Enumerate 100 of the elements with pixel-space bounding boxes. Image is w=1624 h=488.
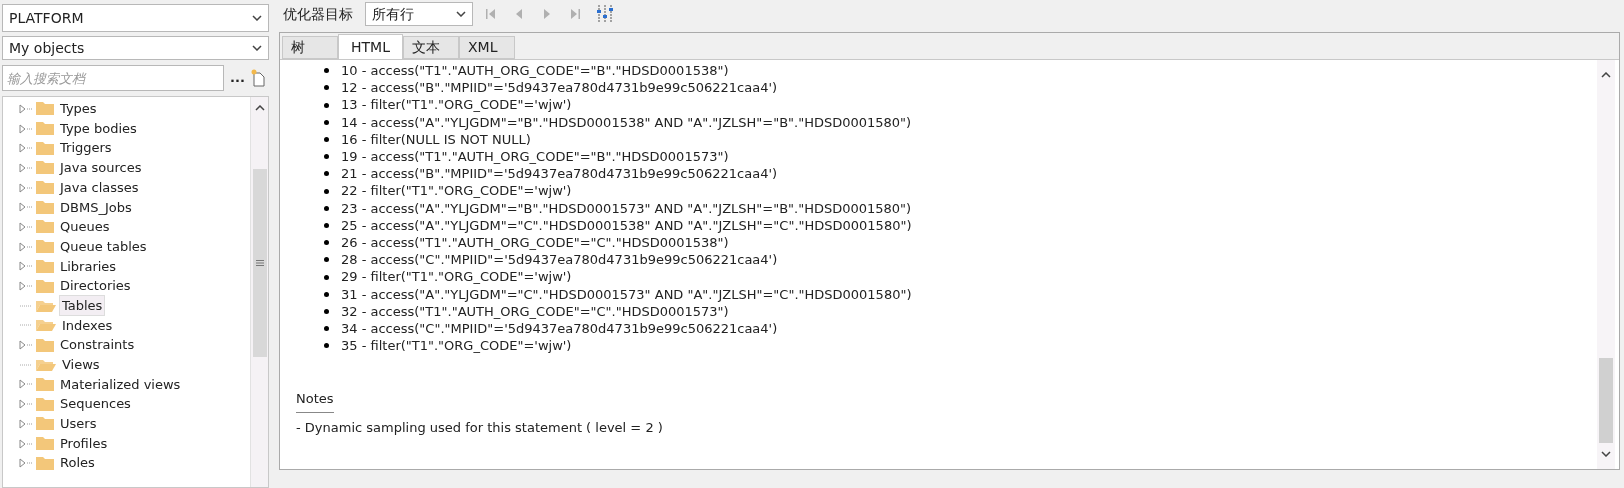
- expand-icon[interactable]: [19, 162, 33, 173]
- new-document-icon[interactable]: [250, 69, 265, 87]
- bullet-icon: [324, 308, 329, 314]
- open-folder-icon: [35, 318, 57, 333]
- expand-icon[interactable]: [19, 418, 33, 429]
- expand-icon[interactable]: [19, 399, 33, 410]
- tree-item[interactable]: Queues: [57, 216, 113, 238]
- folder-icon: [35, 376, 55, 392]
- folder-icon: [35, 337, 55, 353]
- predicate-text: 23 - access("A"."YLJGDM"="B"."HDSD0001573" AND "A"."JZLSH"="B"."HDSD0001580"): [341, 199, 912, 217]
- tree-item[interactable]: Types: [57, 98, 100, 120]
- bullet-icon: [324, 171, 329, 177]
- chevron-down-icon: [252, 15, 262, 21]
- tree-item[interactable]: Users: [57, 413, 100, 435]
- folder-icon: [35, 396, 55, 412]
- chevron-down-icon: [456, 11, 466, 17]
- folder-icon: [35, 436, 55, 452]
- predicate-text: 25 - access("A"."YLJGDM"="C"."HDSD0001538" AND "A"."JZLSH"="C"."HDSD0001580"): [341, 216, 912, 235]
- expand-icon[interactable]: [19, 143, 33, 154]
- toolbar-label: 优化器目标: [283, 4, 353, 24]
- expand-icon[interactable]: [19, 281, 33, 292]
- tree-item[interactable]: Directories: [57, 275, 134, 297]
- tree-item[interactable]: Constraints: [57, 334, 138, 356]
- search-field[interactable]: 输入搜索文档: [2, 65, 224, 91]
- scroll-up-icon: [1601, 72, 1611, 78]
- bullet-icon: [324, 240, 329, 246]
- tree-item[interactable]: Java classes: [57, 176, 142, 199]
- predicate-text: 35 - filter("T1"."ORG_CODE"='wjw'): [341, 337, 572, 355]
- expand-icon[interactable]: [19, 379, 33, 390]
- expand-icon[interactable]: [19, 438, 33, 449]
- predicate-text: 22 - filter("T1"."ORG_CODE"='wjw'): [341, 182, 572, 200]
- predicate-text: 21 - access("B"."MPIID"='5d9437ea780d4731b9e99c506221caa4'): [341, 165, 778, 183]
- bullet-icon: [324, 326, 329, 332]
- predicate-text: 10 - access("T1"."AUTH_ORG_CODE"="B"."HDSD0001538"): [341, 62, 729, 80]
- first-icon[interactable]: [485, 7, 497, 21]
- expand-icon[interactable]: [19, 123, 33, 134]
- chevron-down-icon: [252, 45, 262, 51]
- scroll-up-icon: [254, 105, 265, 111]
- folder-icon: [35, 121, 55, 137]
- tree-item[interactable]: Triggers: [57, 137, 115, 159]
- goal-select[interactable]: 所有行: [365, 2, 473, 26]
- folder-icon: [35, 239, 55, 255]
- folder-icon: [35, 258, 55, 274]
- scrollbar-thumb[interactable]: [1599, 358, 1613, 443]
- tree-item[interactable]: Materialized views: [57, 373, 184, 396]
- tree-item[interactable]: Type bodies: [57, 117, 140, 140]
- tab[interactable]: XML: [458, 36, 515, 59]
- tree-item[interactable]: DBMS_Jobs: [57, 196, 135, 219]
- tree-item[interactable]: Views: [59, 354, 103, 376]
- bullet-icon: [324, 274, 329, 280]
- tree-item[interactable]: Queue tables: [57, 235, 150, 258]
- scroll-down-icon: [1601, 451, 1611, 457]
- expand-icon[interactable]: [19, 103, 33, 114]
- bullet-icon: [324, 154, 329, 160]
- folder-icon: [35, 278, 55, 294]
- tree-item[interactable]: Roles: [57, 452, 98, 474]
- tree-item[interactable]: Java sources: [57, 157, 145, 179]
- folder-icon: [35, 199, 55, 215]
- sliders-icon[interactable]: [597, 4, 613, 24]
- tab[interactable]: 树: [282, 36, 338, 59]
- folder-icon: [35, 180, 55, 196]
- predicate-text: 32 - access("T1"."AUTH_ORG_CODE"="C"."HDSD0001573"): [341, 302, 729, 321]
- predicate-text: 19 - access("T1"."AUTH_ORG_CODE"="B"."HDSD0001573"): [341, 148, 729, 166]
- notes-heading: Notes: [296, 390, 334, 413]
- expand-icon[interactable]: [19, 221, 33, 232]
- schema-select[interactable]: PLATFORM: [2, 4, 269, 32]
- folder-icon: [35, 219, 55, 235]
- tab[interactable]: HTML: [338, 34, 403, 60]
- tree-item[interactable]: Libraries: [57, 255, 120, 278]
- scrollbar[interactable]: [250, 97, 268, 487]
- expand-icon[interactable]: [19, 202, 33, 213]
- predicate-text: 12 - access("B"."MPIID"='5d9437ea780d4731b9e99c506221caa4'): [341, 79, 778, 97]
- tree-item[interactable]: Profiles: [57, 432, 111, 455]
- predicate-text: 16 - filter(NULL IS NOT NULL): [341, 130, 531, 148]
- predicate-text: 13 - filter("T1"."ORG_CODE"='wjw'): [341, 96, 572, 114]
- scrollbar[interactable]: [1597, 60, 1615, 469]
- folder-icon: [35, 101, 55, 117]
- folder-icon: [35, 416, 55, 432]
- tree-item[interactable]: Indexes: [59, 314, 116, 337]
- open-folder-icon: [35, 357, 57, 372]
- expand-icon[interactable]: [19, 458, 33, 469]
- folder-icon: [35, 140, 55, 156]
- bullet-icon: [324, 291, 329, 297]
- predicate-text: 29 - filter("T1"."ORG_CODE"='wjw'): [341, 268, 572, 286]
- expand-icon[interactable]: [19, 261, 33, 272]
- tab[interactable]: 文本: [402, 36, 459, 59]
- expand-icon[interactable]: [19, 182, 33, 193]
- expand-icon[interactable]: [19, 340, 33, 351]
- scrollbar-thumb[interactable]: [252, 169, 267, 357]
- last-icon[interactable]: [569, 7, 581, 21]
- predicate-text: 34 - access("C"."MPIID"='5d9437ea780d4731b9e99c506221caa4'): [341, 320, 778, 338]
- bullet-icon: [324, 343, 329, 349]
- folder-icon: [35, 455, 55, 471]
- more-button[interactable]: ...: [228, 68, 247, 88]
- filter-select[interactable]: My objects: [2, 36, 269, 60]
- predicate-text: 28 - access("C"."MPIID"='5d9437ea780d4731b9e99c506221caa4'): [341, 251, 778, 269]
- expand-icon[interactable]: [19, 241, 33, 252]
- tree-item[interactable]: Tables: [59, 294, 106, 317]
- tree-item[interactable]: Sequences: [57, 393, 134, 415]
- bullet-icon: [324, 136, 329, 142]
